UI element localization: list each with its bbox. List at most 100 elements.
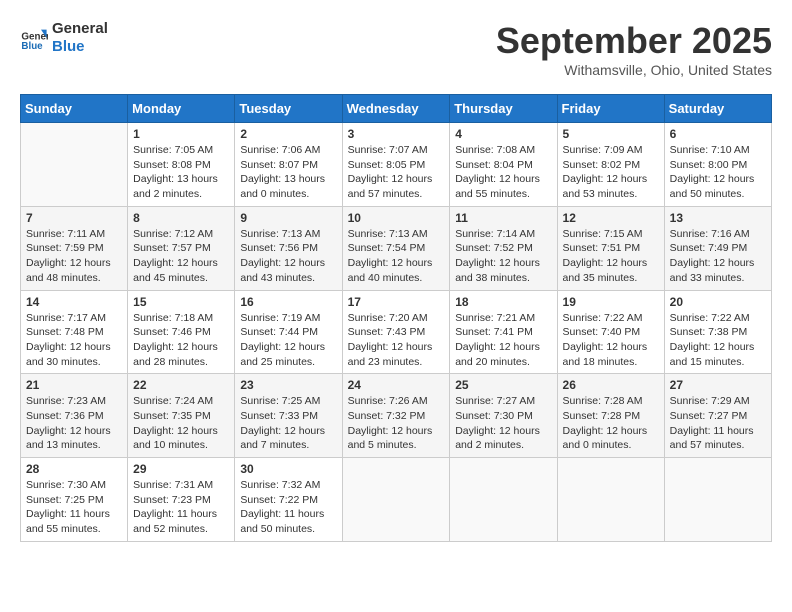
day-info: Sunrise: 7:08 AMSunset: 8:04 PMDaylight:… [455,143,551,202]
calendar-row: 21 Sunrise: 7:23 AMSunset: 7:36 PMDaylig… [21,374,772,458]
day-number: 20 [670,295,766,309]
table-row: 18 Sunrise: 7:21 AMSunset: 7:41 PMDaylig… [450,290,557,374]
table-row: 3 Sunrise: 7:07 AMSunset: 8:05 PMDayligh… [342,123,450,207]
table-row: 16 Sunrise: 7:19 AMSunset: 7:44 PMDaylig… [235,290,342,374]
table-row: 15 Sunrise: 7:18 AMSunset: 7:46 PMDaylig… [128,290,235,374]
day-info: Sunrise: 7:05 AMSunset: 8:08 PMDaylight:… [133,143,229,202]
table-row [664,458,771,542]
table-row [21,123,128,207]
day-number: 2 [240,127,336,141]
day-number: 16 [240,295,336,309]
calendar-row: 7 Sunrise: 7:11 AMSunset: 7:59 PMDayligh… [21,206,772,290]
table-row: 10 Sunrise: 7:13 AMSunset: 7:54 PMDaylig… [342,206,450,290]
svg-text:Blue: Blue [21,41,43,52]
day-info: Sunrise: 7:09 AMSunset: 8:02 PMDaylight:… [563,143,659,202]
header-thursday: Thursday [450,95,557,123]
day-number: 1 [133,127,229,141]
table-row [450,458,557,542]
day-info: Sunrise: 7:16 AMSunset: 7:49 PMDaylight:… [670,227,766,286]
logo-line2: Blue [52,38,108,56]
calendar-row: 28 Sunrise: 7:30 AMSunset: 7:25 PMDaylig… [21,458,772,542]
day-info: Sunrise: 7:18 AMSunset: 7:46 PMDaylight:… [133,311,229,370]
day-number: 30 [240,462,336,476]
day-info: Sunrise: 7:29 AMSunset: 7:27 PMDaylight:… [670,394,766,453]
table-row: 5 Sunrise: 7:09 AMSunset: 8:02 PMDayligh… [557,123,664,207]
day-number: 26 [563,378,659,392]
table-row: 2 Sunrise: 7:06 AMSunset: 8:07 PMDayligh… [235,123,342,207]
day-info: Sunrise: 7:19 AMSunset: 7:44 PMDaylight:… [240,311,336,370]
table-row: 6 Sunrise: 7:10 AMSunset: 8:00 PMDayligh… [664,123,771,207]
day-info: Sunrise: 7:25 AMSunset: 7:33 PMDaylight:… [240,394,336,453]
header-sunday: Sunday [21,95,128,123]
header-wednesday: Wednesday [342,95,450,123]
day-info: Sunrise: 7:31 AMSunset: 7:23 PMDaylight:… [133,478,229,537]
day-number: 8 [133,211,229,225]
table-row: 14 Sunrise: 7:17 AMSunset: 7:48 PMDaylig… [21,290,128,374]
day-info: Sunrise: 7:17 AMSunset: 7:48 PMDaylight:… [26,311,122,370]
table-row: 21 Sunrise: 7:23 AMSunset: 7:36 PMDaylig… [21,374,128,458]
table-row: 24 Sunrise: 7:26 AMSunset: 7:32 PMDaylig… [342,374,450,458]
header-tuesday: Tuesday [235,95,342,123]
day-info: Sunrise: 7:11 AMSunset: 7:59 PMDaylight:… [26,227,122,286]
day-info: Sunrise: 7:21 AMSunset: 7:41 PMDaylight:… [455,311,551,370]
table-row: 25 Sunrise: 7:27 AMSunset: 7:30 PMDaylig… [450,374,557,458]
day-info: Sunrise: 7:27 AMSunset: 7:30 PMDaylight:… [455,394,551,453]
page-header: General Blue General Blue September 2025… [20,20,772,78]
header-monday: Monday [128,95,235,123]
day-number: 9 [240,211,336,225]
logo-icon: General Blue [20,24,48,52]
header-friday: Friday [557,95,664,123]
day-number: 17 [348,295,445,309]
day-info: Sunrise: 7:12 AMSunset: 7:57 PMDaylight:… [133,227,229,286]
day-info: Sunrise: 7:28 AMSunset: 7:28 PMDaylight:… [563,394,659,453]
day-info: Sunrise: 7:13 AMSunset: 7:56 PMDaylight:… [240,227,336,286]
table-row: 17 Sunrise: 7:20 AMSunset: 7:43 PMDaylig… [342,290,450,374]
day-number: 7 [26,211,122,225]
day-number: 12 [563,211,659,225]
day-number: 4 [455,127,551,141]
day-info: Sunrise: 7:24 AMSunset: 7:35 PMDaylight:… [133,394,229,453]
day-number: 22 [133,378,229,392]
day-info: Sunrise: 7:23 AMSunset: 7:36 PMDaylight:… [26,394,122,453]
table-row: 26 Sunrise: 7:28 AMSunset: 7:28 PMDaylig… [557,374,664,458]
day-number: 24 [348,378,445,392]
table-row: 4 Sunrise: 7:08 AMSunset: 8:04 PMDayligh… [450,123,557,207]
day-number: 25 [455,378,551,392]
day-info: Sunrise: 7:22 AMSunset: 7:40 PMDaylight:… [563,311,659,370]
day-number: 6 [670,127,766,141]
table-row: 8 Sunrise: 7:12 AMSunset: 7:57 PMDayligh… [128,206,235,290]
table-row: 22 Sunrise: 7:24 AMSunset: 7:35 PMDaylig… [128,374,235,458]
calendar-table: Sunday Monday Tuesday Wednesday Thursday… [20,94,772,542]
day-number: 29 [133,462,229,476]
table-row [557,458,664,542]
calendar-row: 1 Sunrise: 7:05 AMSunset: 8:08 PMDayligh… [21,123,772,207]
table-row: 29 Sunrise: 7:31 AMSunset: 7:23 PMDaylig… [128,458,235,542]
day-info: Sunrise: 7:13 AMSunset: 7:54 PMDaylight:… [348,227,445,286]
table-row: 12 Sunrise: 7:15 AMSunset: 7:51 PMDaylig… [557,206,664,290]
table-row: 20 Sunrise: 7:22 AMSunset: 7:38 PMDaylig… [664,290,771,374]
day-number: 19 [563,295,659,309]
month-title: September 2025 [496,20,772,62]
day-info: Sunrise: 7:30 AMSunset: 7:25 PMDaylight:… [26,478,122,537]
title-block: September 2025 Withamsville, Ohio, Unite… [496,20,772,78]
day-number: 14 [26,295,122,309]
day-number: 10 [348,211,445,225]
day-number: 27 [670,378,766,392]
table-row: 1 Sunrise: 7:05 AMSunset: 8:08 PMDayligh… [128,123,235,207]
day-info: Sunrise: 7:10 AMSunset: 8:00 PMDaylight:… [670,143,766,202]
table-row: 9 Sunrise: 7:13 AMSunset: 7:56 PMDayligh… [235,206,342,290]
day-info: Sunrise: 7:07 AMSunset: 8:05 PMDaylight:… [348,143,445,202]
day-number: 11 [455,211,551,225]
table-row: 19 Sunrise: 7:22 AMSunset: 7:40 PMDaylig… [557,290,664,374]
day-info: Sunrise: 7:06 AMSunset: 8:07 PMDaylight:… [240,143,336,202]
calendar-row: 14 Sunrise: 7:17 AMSunset: 7:48 PMDaylig… [21,290,772,374]
table-row: 23 Sunrise: 7:25 AMSunset: 7:33 PMDaylig… [235,374,342,458]
day-info: Sunrise: 7:32 AMSunset: 7:22 PMDaylight:… [240,478,336,537]
table-row: 13 Sunrise: 7:16 AMSunset: 7:49 PMDaylig… [664,206,771,290]
day-info: Sunrise: 7:15 AMSunset: 7:51 PMDaylight:… [563,227,659,286]
day-info: Sunrise: 7:14 AMSunset: 7:52 PMDaylight:… [455,227,551,286]
table-row: 27 Sunrise: 7:29 AMSunset: 7:27 PMDaylig… [664,374,771,458]
day-number: 28 [26,462,122,476]
table-row: 7 Sunrise: 7:11 AMSunset: 7:59 PMDayligh… [21,206,128,290]
day-number: 5 [563,127,659,141]
